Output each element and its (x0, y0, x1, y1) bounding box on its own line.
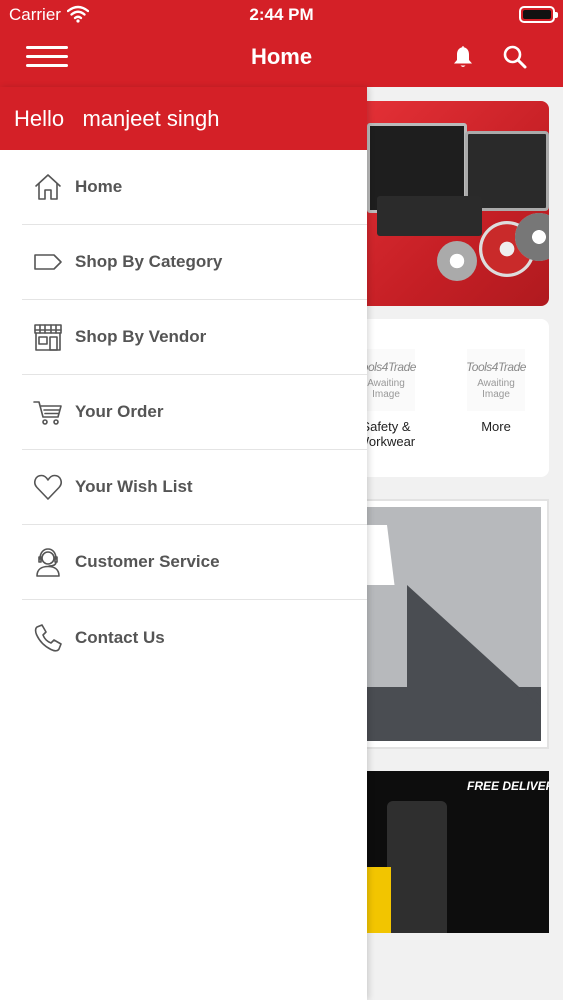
category-placeholder-image: Tools4Trade Awaiting Image (466, 349, 526, 411)
drawer-item-your-wish-list[interactable]: Your Wish List (22, 450, 367, 525)
search-icon[interactable] (502, 44, 528, 70)
battery-icon (519, 6, 558, 23)
category-grid: Tools4Trade Awaiting Image Safety & Work… (367, 319, 549, 477)
status-bar: Carrier 2:44 PM (0, 0, 563, 30)
drawer-item-label: Home (75, 177, 123, 196)
home-icon (35, 174, 61, 200)
drawer-item-label: Shop By Category (75, 252, 223, 271)
drawer-item-label: Shop By Vendor (75, 327, 207, 346)
page-title: Home (250, 44, 313, 69)
drawer-item-contact-us[interactable]: Contact Us (22, 600, 367, 675)
placeholder-awaiting-text: Awaiting Image (477, 378, 515, 400)
placeholder-brand-text: Tools4Trade (466, 360, 526, 374)
headset-icon (36, 548, 60, 577)
drawer-item-customer-service[interactable]: Customer Service (22, 525, 367, 600)
category-tile-more[interactable]: Tools4Trade Awaiting Image More (465, 349, 527, 434)
placeholder-awaiting-text: Awaiting Image (367, 378, 405, 400)
hole-saw-image (437, 241, 477, 281)
promo-banner-tool-kits[interactable] (367, 101, 549, 306)
drawer-menu: Home Shop By Category Shop By Vendor You… (0, 150, 367, 675)
drawer-item-shop-by-vendor[interactable]: Shop By Vendor (22, 300, 367, 375)
side-drawer: Hello manjeet singh Home Shop By Categor… (0, 87, 367, 1000)
category-label: More (481, 419, 511, 434)
store-icon (34, 324, 62, 351)
category-label: Safety & Workwear (367, 419, 416, 449)
greeting-header: Hello manjeet singh (0, 87, 367, 150)
placeholder-brand-text: Tools4Trade (367, 360, 416, 374)
tag-icon (34, 254, 62, 270)
brand-banner-graphic (367, 507, 541, 741)
drawer-item-your-order[interactable]: Your Order (22, 375, 367, 450)
drawer-item-home[interactable]: Home (22, 150, 367, 225)
heart-icon (34, 474, 62, 500)
drawer-item-label: Your Order (75, 402, 164, 421)
category-placeholder-image: Tools4Trade Awaiting Image (367, 349, 416, 411)
drawer-item-label: Your Wish List (75, 477, 193, 496)
promo-banner-free-delivery[interactable]: FREE DELIVERY (367, 771, 549, 933)
drill-bit-set-image (377, 196, 482, 236)
drawer-item-label: Customer Service (75, 552, 220, 571)
status-time: 2:44 PM (249, 5, 314, 24)
tool-battery-image (367, 867, 391, 933)
category-tile-safety-workwear[interactable]: Tools4Trade Awaiting Image Safety & Work… (367, 349, 417, 449)
cart-icon (33, 401, 62, 425)
drawer-item-shop-by-category[interactable]: Shop By Category (22, 225, 367, 300)
home-content-background: Tools4Trade Awaiting Image Safety & Work… (367, 87, 563, 1000)
top-bar: Carrier 2:44 PM Home (0, 0, 563, 87)
power-tool-image (387, 801, 447, 933)
bell-icon[interactable] (451, 44, 475, 70)
drawer-item-label: Contact Us (75, 627, 165, 647)
phone-icon (34, 623, 62, 652)
promo-banner-brand[interactable] (367, 499, 549, 749)
free-delivery-text: FREE DELIVERY (467, 779, 549, 793)
